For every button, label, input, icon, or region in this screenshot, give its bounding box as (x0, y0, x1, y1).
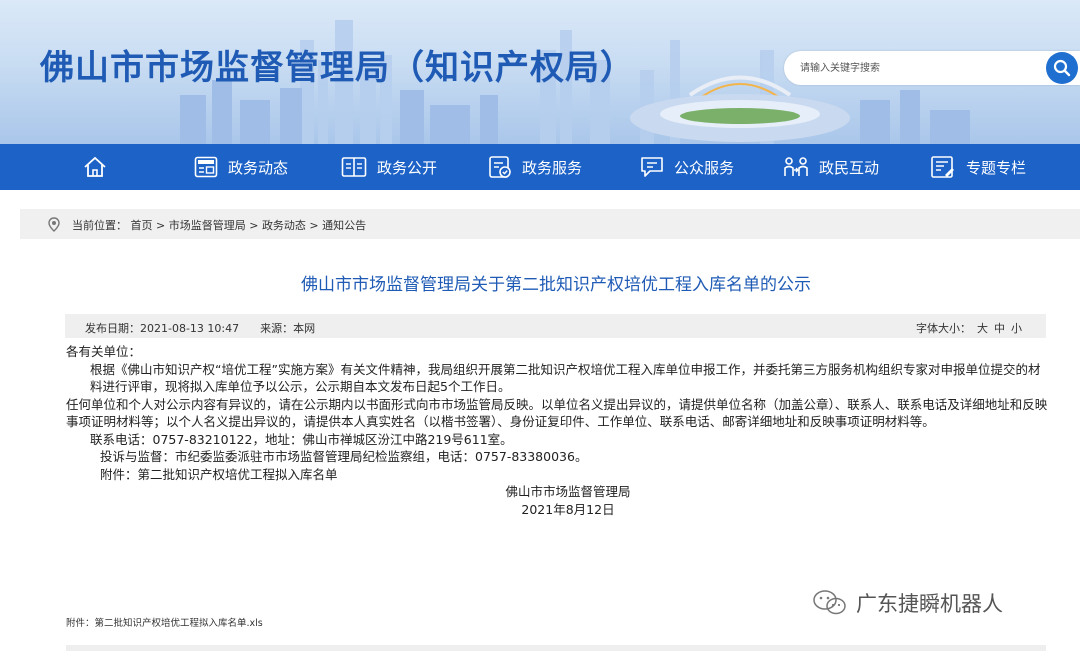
book-icon (341, 157, 367, 177)
topic-icon (931, 156, 954, 178)
attachment-line: 附件：第二批知识产权培优工程拟入库名单 (100, 466, 338, 482)
watermark-text: 广东捷瞬机器人 (856, 592, 1003, 616)
breadcrumb-link-bureau[interactable]: 市场监督管理局 (169, 219, 246, 232)
nav-item-news[interactable]: 政务动态 (194, 144, 288, 190)
chat-icon (641, 157, 663, 177)
font-size-large[interactable]: 大 (977, 322, 988, 335)
people-icon (784, 157, 808, 176)
article-meta-bar: 发布日期：2021-08-13 10:47 来源：本网 字体大小： 大中小 (65, 314, 1046, 338)
breadcrumb-separator: > (152, 219, 169, 232)
breadcrumb: 当前位置： 首页 > 市场监督管理局 > 政务动态 > 通知公告 (20, 209, 1080, 239)
font-size-control: 字体大小： 大中小 (916, 320, 1022, 336)
paragraph: 任何单位和个人对公示内容有异议的，请在公示期内以书面形式向市市场监管局反映。以单… (66, 396, 1048, 430)
nav-label: 政务服务 (522, 158, 583, 177)
nav-item-service[interactable]: 政务服务 (488, 144, 582, 190)
nav-item-topics[interactable]: 专题专栏 (930, 144, 1026, 190)
article-title: 佛山市市场监督管理局关于第二批知识产权培优工程入库名单的公示 (301, 275, 811, 295)
nav-label: 专题专栏 (966, 158, 1027, 177)
nav-item-public-service[interactable]: 公众服务 (640, 144, 734, 190)
breadcrumb-trail: 当前位置： 首页 > 市场监督管理局 > 政务动态 > 通知公告 (72, 217, 366, 233)
nav-label: 公众服务 (674, 158, 735, 177)
breadcrumb-prefix: 当前位置： (72, 219, 127, 232)
font-size-small[interactable]: 小 (1011, 322, 1022, 335)
publish-date: 发布日期：2021-08-13 10:47 (85, 322, 240, 335)
breadcrumb-separator: > (305, 219, 323, 232)
search-input[interactable] (800, 59, 1030, 77)
article-body: 各有关单位： 根据《佛山市知识产权“培优工程”实施方案》有关文件精神，我局组织开… (66, 343, 1050, 518)
news-icon (194, 156, 218, 178)
nav-label: 政务动态 (228, 158, 289, 177)
main-nav: 政务动态 政务公开 政务服务 公众服务 政民互动 专题专栏 (0, 144, 1080, 190)
contact-line: 联系电话：0757-83210122，地址：佛山市禅城区汾江中路219号611室… (90, 431, 513, 447)
search-button[interactable] (1046, 52, 1078, 84)
service-icon (489, 156, 511, 178)
nav-label: 政务公开 (377, 158, 438, 177)
nav-label: 政民互动 (819, 158, 880, 177)
nav-item-interaction[interactable]: 政民互动 (783, 144, 879, 190)
complaint-line: 投诉与监督：市纪委监委派驻市市场监督管理局纪检监察组，电话：0757-83380… (100, 449, 588, 464)
breadcrumb-link-news[interactable]: 政务动态 (262, 219, 306, 232)
font-size-medium[interactable]: 中 (994, 322, 1005, 335)
site-title: 佛山市市场监督管理局（知识产权局） (40, 48, 635, 88)
location-pin-icon (48, 217, 60, 232)
breadcrumb-link-notices[interactable]: 通知公告 (322, 219, 366, 232)
nav-item-public[interactable]: 政务公开 (341, 144, 437, 190)
search-icon (1053, 59, 1071, 77)
salutation: 各有关单位： (66, 344, 142, 359)
watermark: 广东捷瞬机器人 (812, 588, 1003, 618)
attachment-link[interactable]: 附件：第二批知识产权培优工程拟入库名单.xls (66, 615, 263, 629)
wechat-icon (813, 590, 846, 615)
signature-date: 2021年8月12日 (521, 501, 615, 517)
signature: 佛山市市场监督管理局 (505, 484, 631, 499)
breadcrumb-link-home[interactable]: 首页 (131, 219, 153, 232)
article-meta-info: 发布日期：2021-08-13 10:47 来源：本网 (85, 320, 315, 336)
article-source: 来源：本网 (260, 322, 316, 335)
paragraph: 根据《佛山市知识产权“培优工程”实施方案》有关文件精神，我局组织开展第二批知识产… (90, 361, 1041, 395)
breadcrumb-separator: > (245, 219, 262, 232)
home-icon (84, 156, 106, 177)
footer-divider (66, 645, 1046, 651)
nav-home[interactable] (83, 144, 117, 190)
search-box (784, 51, 1080, 85)
font-size-label: 字体大小： (916, 322, 971, 335)
